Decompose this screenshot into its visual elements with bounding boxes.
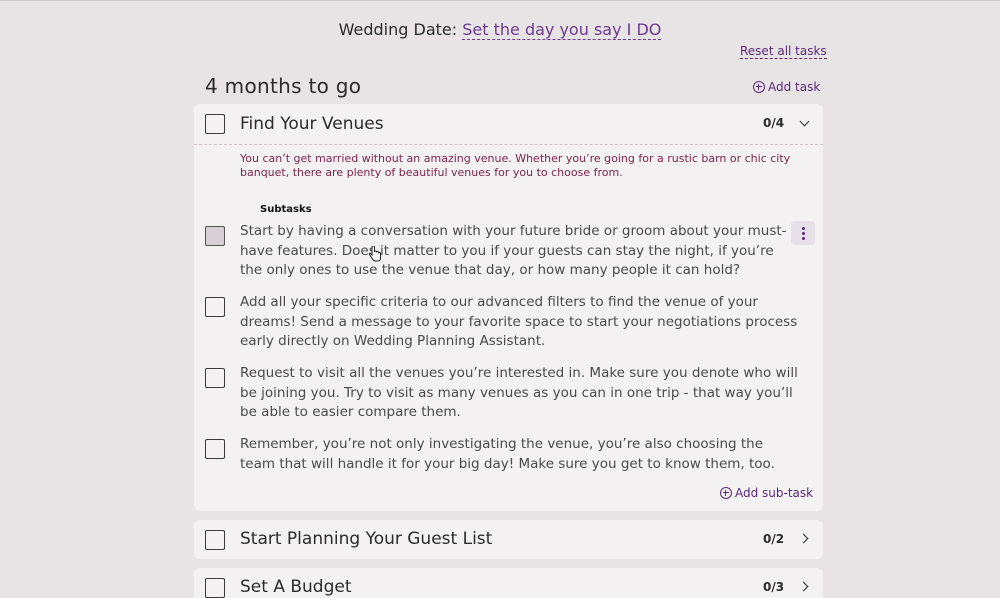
wedding-date-row: Wedding Date: Set the day you say I DO	[0, 20, 1000, 40]
task-progress-count: 0/4	[763, 116, 785, 130]
chevron-right-icon[interactable]	[798, 533, 809, 544]
task-card-find-venues: Find Your Venues 0/4 You can’t get marri…	[194, 104, 823, 511]
task-checkbox[interactable]	[205, 530, 225, 550]
task-title: Set A Budget	[240, 577, 352, 597]
task-checkbox[interactable]	[205, 578, 225, 598]
section-title: 4 months to go	[205, 74, 362, 98]
task-checkbox[interactable]	[205, 114, 225, 134]
add-subtask-button[interactable]: Add sub-task	[720, 486, 813, 500]
task-title: Find Your Venues	[240, 114, 384, 134]
header-divider	[194, 144, 823, 145]
subtask-checkbox[interactable]	[205, 439, 225, 459]
add-task-label: Add task	[768, 80, 821, 94]
top-divider	[0, 0, 1000, 1]
reset-all-tasks-link[interactable]: Reset all tasks	[740, 44, 827, 59]
subtask-text: Request to visit all the venues you’re i…	[240, 365, 798, 421]
subtasks-heading: Subtasks	[260, 204, 312, 215]
set-wedding-date-link[interactable]: Set the day you say I DO	[462, 20, 662, 40]
subtask-text: Add all your specific criteria to our ad…	[240, 294, 798, 350]
task-description: You can’t get married without an amazing…	[240, 152, 791, 179]
add-subtask-label: Add sub-task	[735, 486, 814, 500]
hand-cursor-icon	[368, 246, 381, 262]
task-header[interactable]: Find Your Venues 0/4	[194, 104, 823, 144]
subtask-checkbox[interactable]	[205, 368, 225, 388]
wedding-date-label: Wedding Date:	[338, 20, 458, 39]
task-card-budget[interactable]: Set A Budget 0/3	[194, 568, 823, 598]
subtask-checkbox[interactable]	[205, 297, 225, 317]
task-progress-count: 0/2	[763, 532, 785, 546]
task-title: Start Planning Your Guest List	[240, 529, 493, 549]
task-progress-count: 0/3	[763, 580, 785, 594]
plus-circle-icon	[720, 487, 732, 499]
plus-circle-icon	[753, 81, 765, 93]
subtask-text: Start by having a conversation with your…	[240, 223, 787, 279]
subtask-text: Remember, you’re not only investigating …	[240, 436, 775, 472]
task-card-guest-list[interactable]: Start Planning Your Guest List 0/2	[194, 520, 823, 559]
chevron-down-icon[interactable]	[799, 116, 810, 127]
more-options-icon[interactable]	[791, 221, 815, 245]
add-task-button[interactable]: Add task	[753, 80, 820, 94]
chevron-right-icon[interactable]	[798, 581, 809, 592]
subtask-checkbox[interactable]	[205, 226, 225, 246]
